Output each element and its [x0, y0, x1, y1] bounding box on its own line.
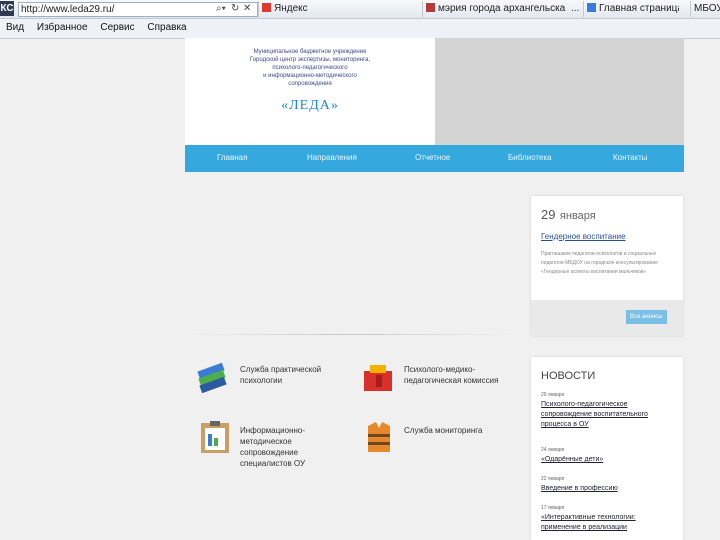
page-favicon-icon — [587, 3, 596, 12]
announcement-date: 29 января — [541, 207, 596, 222]
nav-item-contacts[interactable]: Контакты — [613, 153, 648, 162]
site-logo[interactable]: Муниципальное бюджетное учреждение Город… — [185, 38, 435, 145]
menu-bar: Вид Избранное Сервис Справка — [0, 19, 720, 37]
ks-badge: КС — [0, 1, 14, 16]
logo-line: Городской центр экспертизы, мониторинга, — [249, 57, 371, 63]
nav-item-library[interactable]: Библиотека — [508, 153, 552, 162]
news-date: 17 января — [541, 505, 565, 511]
menu-tools[interactable]: Сервис — [100, 22, 134, 33]
header-banner — [435, 38, 684, 145]
news-item[interactable]: Психолого-педагогическое сопровождение в… — [541, 400, 673, 430]
announcement-panel: 29 января Гендерное воспитание Приглашае… — [531, 196, 683, 336]
lifejacket-icon[interactable] — [362, 420, 396, 454]
tab-main-page[interactable]: Главная страница — [583, 1, 679, 17]
announcement-text: Приглашаем педагогов-психологов и социал… — [541, 251, 658, 275]
news-date: 29 января — [541, 392, 565, 398]
news-date: 24 января — [541, 447, 565, 453]
logo-line: психолого-педагогического — [272, 65, 348, 71]
search-dropdown-icon[interactable]: ⌕▾ — [216, 3, 226, 15]
page-favicon-icon — [426, 3, 435, 12]
stop-icon[interactable]: ✕ — [243, 3, 251, 15]
tab-yandex[interactable]: Яндекс — [258, 1, 422, 17]
logo-line: Муниципальное бюджетное учреждение — [253, 49, 367, 55]
service-psychology[interactable]: Служба практической психологии — [240, 364, 340, 386]
announcement-title[interactable]: Гендерное воспитание — [541, 232, 626, 241]
news-title: НОВОСТИ — [541, 370, 596, 382]
menu-favorites[interactable]: Избранное — [37, 22, 88, 33]
tab-meria[interactable]: мэрия города архангельска — [422, 1, 576, 17]
tab-overflow[interactable]: ... — [568, 1, 581, 17]
all-announcements-button[interactable]: Все анонсы — [626, 310, 667, 324]
nav-item-home[interactable]: Главная — [217, 153, 247, 162]
browser-chrome: КС http://www.leda29.ru/ ⌕▾ ↻ ✕ Яндекс м… — [0, 0, 720, 39]
logo-line: сопровождения — [288, 81, 332, 87]
logo-name: «ЛЕДА» — [281, 98, 339, 113]
refresh-icon[interactable]: ↻ — [231, 3, 239, 15]
service-monitoring[interactable]: Служба мониторинга — [404, 425, 484, 436]
news-item[interactable]: Введение в профессию — [541, 484, 673, 494]
address-bar-row: КС http://www.leda29.ru/ ⌕▾ ↻ ✕ Яндекс м… — [0, 0, 720, 19]
main-nav: Главная Направления Отчетное Библиотека … — [185, 145, 684, 172]
news-panel: НОВОСТИ 29 января Психолого-педагогическ… — [531, 357, 683, 540]
news-item[interactable]: «Интерактивные технологии: применение в … — [541, 513, 673, 533]
service-commission[interactable]: Психолого-медико-педагогическая комиссия — [404, 364, 514, 386]
menu-help[interactable]: Справка — [147, 22, 186, 33]
books-icon[interactable] — [195, 359, 229, 394]
news-item[interactable]: «Одарённые дети» — [541, 455, 673, 465]
commission-icon[interactable] — [362, 361, 396, 395]
section-divider — [185, 334, 515, 335]
nav-item-directions[interactable]: Направления — [307, 153, 357, 162]
tab-mbou[interactable]: МБОУ — [690, 1, 720, 17]
service-methodology[interactable]: Информационно-методическое сопровождение… — [240, 425, 330, 469]
logo-line: и информационно-методического — [263, 73, 357, 79]
menu-view[interactable]: Вид — [6, 22, 24, 33]
clipboard-icon[interactable] — [198, 420, 232, 454]
yandex-favicon-icon — [262, 3, 271, 12]
nav-item-reports[interactable]: Отчетное — [415, 153, 450, 162]
news-date: 22 января — [541, 476, 565, 482]
